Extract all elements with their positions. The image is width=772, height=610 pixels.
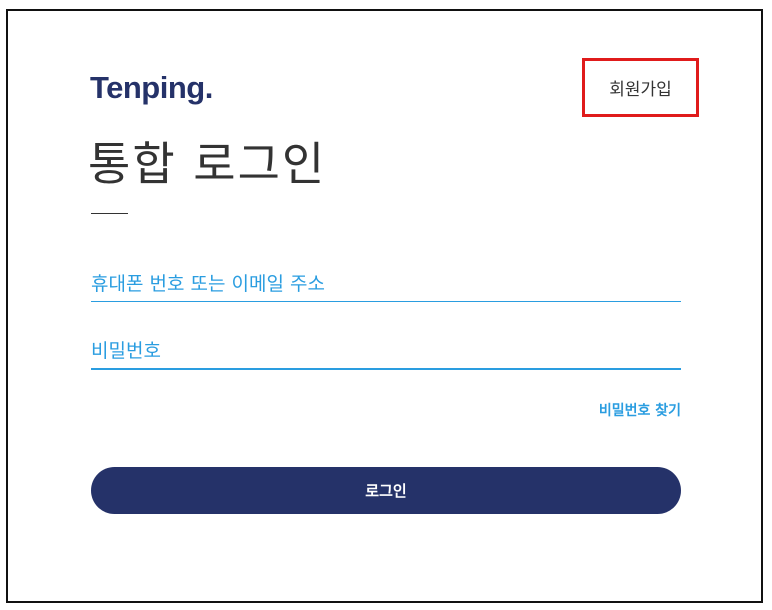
signup-link[interactable]: 회원가입: [609, 75, 672, 100]
page-title: 통합 로그인: [88, 137, 327, 191]
password-input[interactable]: [91, 334, 681, 370]
forgot-password-link[interactable]: 비밀번호 찾기: [599, 400, 681, 420]
phone-email-input[interactable]: [91, 266, 681, 302]
signup-highlight-box: 회원가입: [582, 58, 699, 117]
tenping-logo: Tenping.: [90, 70, 213, 105]
title-divider: [91, 213, 128, 214]
login-button[interactable]: 로그인: [91, 467, 681, 514]
